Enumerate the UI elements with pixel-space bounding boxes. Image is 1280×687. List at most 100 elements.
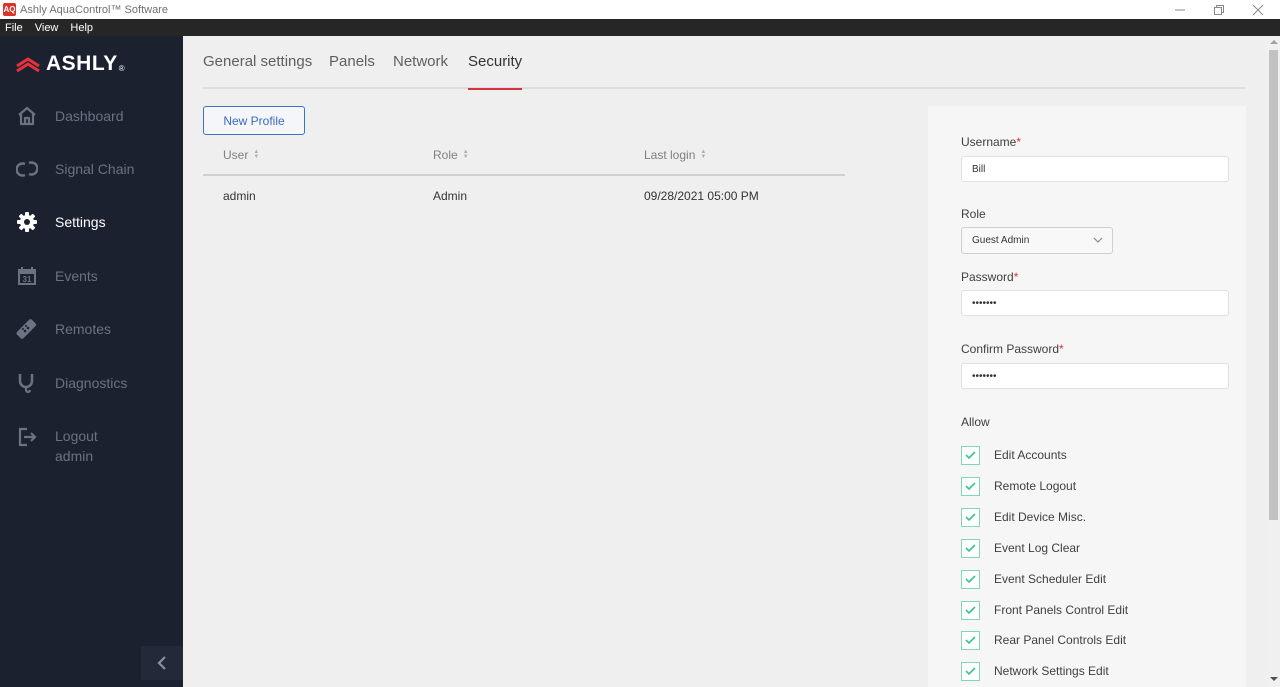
sidebar-item-label: Signal Chain <box>55 161 135 177</box>
stethoscope-icon <box>16 372 38 394</box>
sort-icon[interactable]: ▲ ▼ <box>700 149 706 160</box>
check-icon <box>965 635 976 644</box>
remote-icon <box>16 318 38 340</box>
sidebar-item-label: Events <box>55 268 98 284</box>
maximize-button[interactable] <box>1199 0 1239 19</box>
sidebar-item-diagnostics[interactable]: Diagnostics <box>0 363 183 403</box>
sidebar-item-label: Settings <box>55 214 106 230</box>
check-icon <box>965 605 976 614</box>
profile-form-panel: Username* Bill Role Guest Admin Password… <box>928 106 1246 687</box>
link-icon <box>16 158 38 180</box>
scroll-down-arrow-icon[interactable] <box>1270 677 1278 681</box>
checkbox[interactable] <box>961 630 980 650</box>
tab-panels[interactable]: Panels <box>329 53 375 89</box>
sidebar: ASHLY ® Dashboard Signal Chain Settings … <box>0 36 183 687</box>
check-icon <box>965 574 976 583</box>
sidebar-item-label: Dashboard <box>55 108 124 124</box>
confirm-password-input[interactable]: ••••••• <box>961 363 1229 389</box>
sidebar-item-label: Diagnostics <box>55 375 128 391</box>
permission-edit-accounts[interactable]: Edit Accounts <box>961 445 1067 465</box>
table-row[interactable]: admin Admin 09/28/2021 05:00 PM <box>203 178 845 214</box>
menu-help[interactable]: Help <box>64 22 99 34</box>
allow-label: Allow <box>961 415 990 429</box>
logo-registered: ® <box>118 63 125 73</box>
checkbox[interactable] <box>961 569 980 589</box>
logged-in-user: admin <box>55 448 94 464</box>
tab-network[interactable]: Network <box>393 53 448 89</box>
password-label: Password* <box>961 270 1019 284</box>
username-label: Username* <box>961 135 1022 149</box>
ashly-logo: ASHLY ® <box>16 52 125 76</box>
close-icon <box>1253 4 1263 15</box>
scroll-up-arrow-icon[interactable] <box>1270 40 1278 44</box>
ashly-logo-icon <box>16 57 40 72</box>
sort-icon[interactable]: ▲ ▼ <box>463 149 469 160</box>
sidebar-item-dashboard[interactable]: Dashboard <box>0 96 183 136</box>
sidebar-item-remotes[interactable]: Remotes <box>0 309 183 349</box>
column-last-login[interactable]: Last login ▲ ▼ <box>644 148 706 162</box>
permission-network-settings-edit[interactable]: Network Settings Edit <box>961 661 1109 681</box>
column-role[interactable]: Role ▲ ▼ <box>433 148 469 162</box>
menu-file[interactable]: File <box>0 22 29 34</box>
username-input[interactable]: Bill <box>961 156 1229 182</box>
logo-text: ASHLY <box>46 52 118 75</box>
sort-icon[interactable]: ▲ ▼ <box>253 149 259 160</box>
table-header: User ▲ ▼ Role ▲ ▼ Last login ▲ ▼ <box>203 140 845 176</box>
minimize-button[interactable] <box>1160 0 1200 19</box>
permission-rear-panel-controls-edit[interactable]: Rear Panel Controls Edit <box>961 630 1126 650</box>
gear-icon <box>16 211 38 233</box>
scrollbar-thumb[interactable] <box>1269 50 1278 520</box>
check-icon <box>965 666 976 675</box>
home-icon <box>16 105 38 127</box>
window-title: Ashly AquaControl™ Software <box>20 3 168 16</box>
restore-icon <box>1214 4 1224 15</box>
column-user[interactable]: User ▲ ▼ <box>223 148 259 162</box>
title-bar: AQ Ashly AquaControl™ Software <box>0 0 1280 19</box>
role-select[interactable]: Guest Admin <box>961 227 1113 254</box>
menu-bar: File View Help <box>0 19 1280 36</box>
permission-event-scheduler-edit[interactable]: Event Scheduler Edit <box>961 569 1106 589</box>
check-icon <box>965 512 976 521</box>
checkbox[interactable] <box>961 445 980 465</box>
permission-edit-device-misc[interactable]: Edit Device Misc. <box>961 507 1086 527</box>
sidebar-item-signal-chain[interactable]: Signal Chain <box>0 149 183 189</box>
close-button[interactable] <box>1238 0 1278 19</box>
app-icon: AQ <box>3 3 16 16</box>
svg-text:31: 31 <box>23 275 32 284</box>
checkbox[interactable] <box>961 600 980 620</box>
collapse-sidebar-button[interactable] <box>141 646 183 680</box>
checkbox[interactable] <box>961 661 980 681</box>
new-profile-button[interactable]: New Profile <box>203 106 305 135</box>
tab-general-settings[interactable]: General settings <box>203 53 312 89</box>
checkbox[interactable] <box>961 476 980 496</box>
checkbox[interactable] <box>961 507 980 527</box>
cell-role: Admin <box>433 189 468 203</box>
chevron-left-icon <box>157 656 166 670</box>
settings-tabs: General settings Panels Network Security <box>203 36 1245 90</box>
minimize-icon <box>1175 9 1185 10</box>
sidebar-item-logout[interactable]: Logout admin <box>0 416 183 476</box>
sidebar-item-label: Logout <box>55 428 98 444</box>
checkbox[interactable] <box>961 538 980 558</box>
check-icon <box>965 481 976 490</box>
check-icon <box>965 543 976 552</box>
logout-icon <box>16 426 38 448</box>
vertical-scrollbar[interactable] <box>1267 36 1280 687</box>
tab-security[interactable]: Security <box>468 53 523 90</box>
calendar-icon: 31 <box>16 265 38 287</box>
password-input[interactable]: ••••••• <box>961 290 1229 316</box>
permission-remote-logout[interactable]: Remote Logout <box>961 476 1076 496</box>
sidebar-item-events[interactable]: 31 Events <box>0 256 183 296</box>
sidebar-item-label: Remotes <box>55 321 112 337</box>
confirm-password-label: Confirm Password* <box>961 342 1064 356</box>
chevron-down-icon <box>1093 237 1103 243</box>
permission-event-log-clear[interactable]: Event Log Clear <box>961 538 1080 558</box>
check-icon <box>965 450 976 459</box>
main-content: General settings Panels Network Security… <box>183 36 1267 687</box>
permission-front-panels-control-edit[interactable]: Front Panels Control Edit <box>961 600 1128 620</box>
cell-last-login: 09/28/2021 05:00 PM <box>644 189 759 203</box>
menu-view[interactable]: View <box>29 22 65 34</box>
role-label: Role <box>961 207 986 221</box>
cell-user: admin <box>223 189 256 203</box>
sidebar-item-settings[interactable]: Settings <box>0 202 183 242</box>
